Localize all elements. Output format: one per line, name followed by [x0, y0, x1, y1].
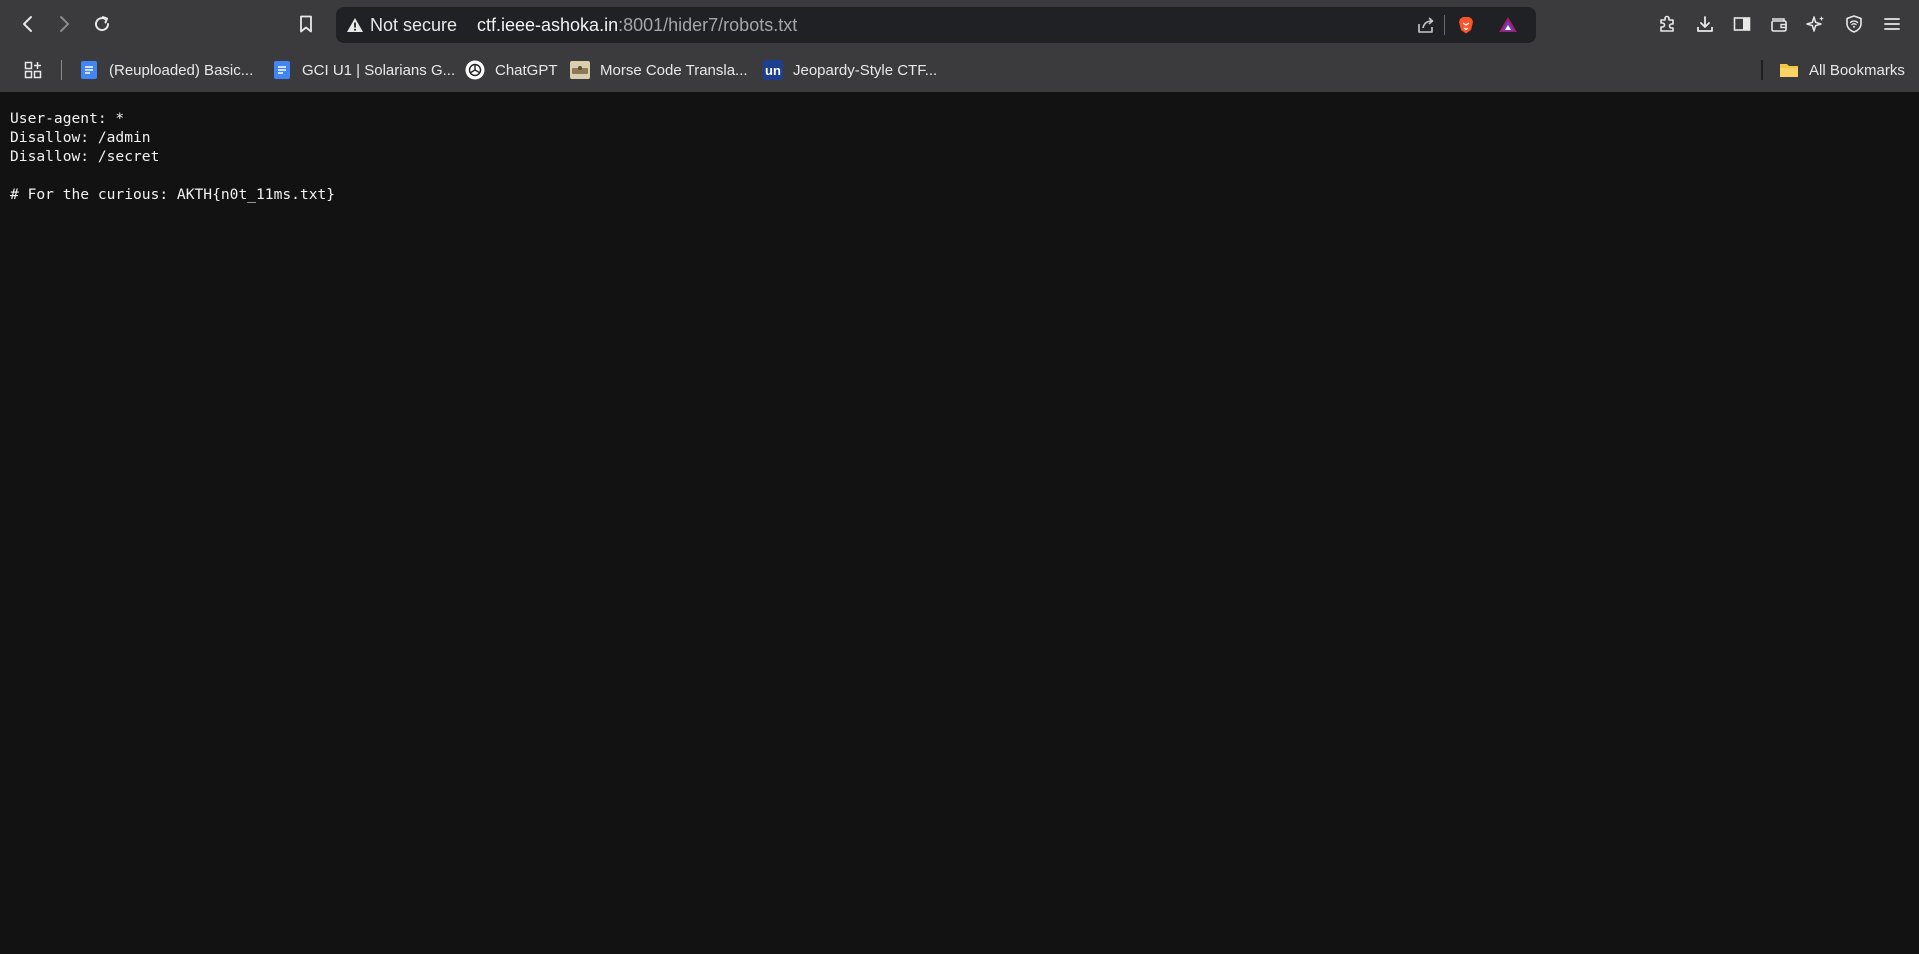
- un-icon: un: [763, 60, 783, 80]
- menu-button[interactable]: [1876, 8, 1908, 40]
- address-bar[interactable]: Not secure ctf.ieee-ashoka.in:8001/hider…: [336, 7, 1536, 43]
- all-bookmarks-label: All Bookmarks: [1809, 61, 1905, 79]
- brave-rewards-button[interactable]: [1492, 9, 1524, 41]
- reload-button[interactable]: [86, 8, 118, 40]
- url-text[interactable]: ctf.ieee-ashoka.in:8001/hider7/robots.tx…: [477, 7, 797, 43]
- wallet-button[interactable]: [1763, 8, 1795, 40]
- url-host: ctf.ieee-ashoka.in: [477, 15, 619, 35]
- page-content: User-agent: * Disallow: /admin Disallow:…: [0, 92, 1919, 954]
- brave-rewards-icon: [1499, 17, 1517, 32]
- hamburger-icon: [1884, 18, 1900, 30]
- apps-grid-icon: [24, 61, 42, 79]
- omnibox-separator: [1444, 15, 1445, 35]
- chevron-right-icon: [60, 16, 69, 32]
- warning-icon: [347, 18, 363, 32]
- folder-icon: [1779, 60, 1799, 80]
- url-path: :8001/hider7/robots.txt: [618, 15, 798, 35]
- back-button[interactable]: [12, 8, 44, 40]
- bookmarks-separator: [1761, 60, 1763, 80]
- vpn-button[interactable]: [1838, 8, 1870, 40]
- bookmarks-bar: (Reuploaded) Basic... GCI U1 | Solarians…: [0, 48, 1919, 92]
- bookmarks-separator: [61, 60, 62, 80]
- security-label[interactable]: Not secure: [370, 7, 457, 43]
- share-button[interactable]: [1410, 9, 1442, 41]
- robots-txt-text: User-agent: * Disallow: /admin Disallow:…: [10, 110, 336, 203]
- shield-wifi-icon: [1846, 15, 1862, 33]
- docs-icon: [272, 60, 292, 80]
- leo-ai-button[interactable]: [1800, 8, 1832, 40]
- bookmark-item-1[interactable]: GCI U1 | Solarians G...: [266, 56, 461, 84]
- bookmark-label: ChatGPT: [495, 61, 558, 79]
- sparkle-icon: [1806, 16, 1824, 32]
- downloads-button[interactable]: [1689, 8, 1721, 40]
- extensions-button[interactable]: [1651, 8, 1683, 40]
- chatgpt-icon: [465, 60, 485, 80]
- bookmark-item-4[interactable]: un Jeopardy-Style CTF...: [757, 56, 943, 84]
- all-bookmarks-button[interactable]: All Bookmarks: [1773, 56, 1911, 84]
- chevron-left-icon: [23, 16, 32, 32]
- bookmark-label: (Reuploaded) Basic...: [109, 61, 254, 79]
- apps-button[interactable]: [17, 54, 49, 86]
- bookmark-label: Morse Code Transla...: [600, 61, 748, 79]
- sidebar-icon: [1733, 17, 1751, 31]
- bookmark-label: GCI U1 | Solarians G...: [302, 61, 456, 79]
- puzzle-icon: [1660, 15, 1674, 32]
- bookmark-page-button[interactable]: [290, 8, 322, 40]
- forward-button[interactable]: [48, 8, 80, 40]
- share-icon: [1418, 17, 1434, 33]
- wallet-icon: [1771, 18, 1787, 32]
- docs-icon: [79, 60, 99, 80]
- bookmark-item-2[interactable]: ChatGPT: [459, 56, 564, 84]
- brave-lion-icon: [1459, 17, 1473, 34]
- brave-shields-button[interactable]: [1450, 9, 1482, 41]
- bookmark-item-3[interactable]: Morse Code Transla...: [564, 56, 754, 84]
- sidebar-button[interactable]: [1726, 8, 1758, 40]
- browser-toolbar: Not secure ctf.ieee-ashoka.in:8001/hider…: [0, 0, 1919, 48]
- morse-icon: [570, 60, 590, 80]
- bookmark-label: Jeopardy-Style CTF...: [793, 61, 938, 79]
- bookmark-item-0[interactable]: (Reuploaded) Basic...: [73, 56, 259, 84]
- bookmark-icon: [300, 15, 312, 33]
- reload-icon: [95, 16, 110, 32]
- download-icon: [1697, 16, 1713, 32]
